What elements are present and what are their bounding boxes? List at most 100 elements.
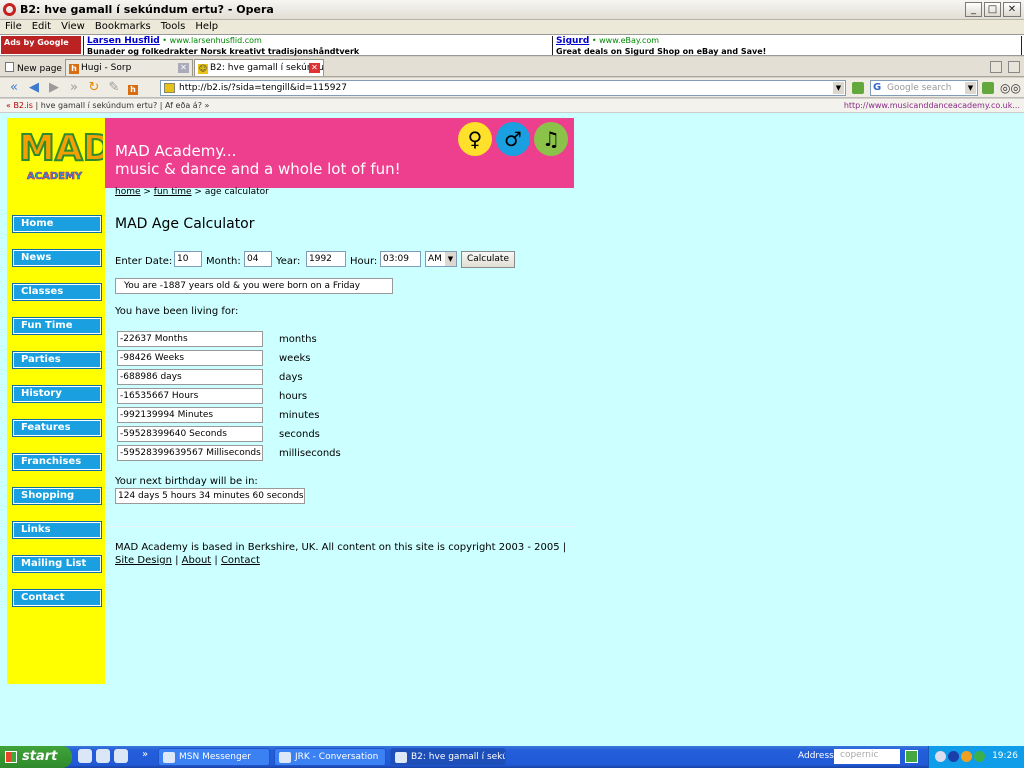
menu-tools[interactable]: Tools: [156, 20, 191, 34]
home-icon[interactable]: h: [126, 80, 142, 95]
year-input[interactable]: [306, 251, 346, 267]
tray-icon[interactable]: [961, 751, 972, 762]
nav-shopping[interactable]: Shopping: [12, 487, 102, 505]
taskbar-address-label: Address: [798, 751, 834, 761]
search-go-icon[interactable]: [982, 82, 994, 94]
footer-about-link[interactable]: About: [182, 555, 212, 566]
navigation-bar: « ◀ ▶ » ↻ ✎ h http://b2.is/?sida=tengill…: [0, 78, 1024, 98]
minimize-button[interactable]: _: [965, 2, 982, 17]
next-birthday-field[interactable]: 124 days 5 hours 34 minutes 60 seconds: [115, 488, 305, 504]
footer-contact-link[interactable]: Contact: [221, 555, 260, 566]
nav-home[interactable]: Home: [12, 215, 102, 233]
back-icon[interactable]: ◀: [26, 80, 42, 95]
nav-parties[interactable]: Parties: [12, 351, 102, 369]
menu-bookmarks[interactable]: Bookmarks: [90, 20, 156, 34]
address-bar[interactable]: http://b2.is/?sida=tengill&id=115927 ▼: [160, 80, 846, 96]
menu-edit[interactable]: Edit: [27, 20, 56, 34]
start-button[interactable]: start: [0, 746, 72, 768]
nav-contact[interactable]: Contact: [12, 589, 102, 607]
window-controls: _ □ ✕: [965, 2, 1021, 17]
ad-bar: Ads by Google Larsen Husflid • www.larse…: [0, 34, 1024, 56]
ad-title[interactable]: Sigurd: [556, 36, 589, 46]
nav-history[interactable]: History: [12, 385, 102, 403]
quick-launch-chevron-icon[interactable]: »: [142, 749, 148, 760]
tray-icon[interactable]: [935, 751, 946, 762]
nav-features[interactable]: Features: [12, 419, 102, 437]
rewind-icon[interactable]: «: [6, 80, 22, 95]
ad-larsen[interactable]: Larsen Husflid • www.larsenhusflid.com B…: [83, 36, 551, 56]
banner-tagline: music & dance and a whole lot of fun!: [115, 160, 401, 178]
tab-b2-active[interactable]: ☺ B2: hve gamall í sekúndu... ✕: [194, 59, 324, 76]
closed-tabs-icon[interactable]: [990, 61, 1002, 73]
stat-months-field[interactable]: -22637 Months: [117, 331, 263, 347]
opera-icon[interactable]: [114, 749, 128, 763]
task-jrk-conversation[interactable]: JRK - Conversation: [274, 748, 386, 766]
ad-sigurd[interactable]: Sigurd • www.eBay.com Great deals on Sig…: [552, 36, 1022, 56]
menu-file[interactable]: File: [0, 20, 27, 34]
forward-icon[interactable]: ▶: [46, 80, 62, 95]
taskbar-address-input[interactable]: copernic: [834, 749, 900, 764]
date-input[interactable]: [174, 251, 202, 267]
breadcrumb-home[interactable]: home: [115, 187, 141, 197]
tab-close-icon[interactable]: ✕: [178, 63, 189, 73]
result-field[interactable]: You are -1887 years old & you were born …: [115, 278, 393, 294]
strip-url[interactable]: http://www.musicanddanceacademy.co.uk...: [844, 101, 1020, 110]
edit-icon[interactable]: ✎: [106, 80, 122, 95]
tab-close-icon[interactable]: ✕: [309, 63, 320, 73]
living-for-label: You have been living for:: [115, 306, 239, 317]
tray-icon[interactable]: [974, 751, 985, 762]
media-icon[interactable]: [96, 749, 110, 763]
task-msn-messenger[interactable]: MSN Messenger: [158, 748, 270, 766]
month-input[interactable]: [244, 251, 272, 267]
trash-icon[interactable]: [1008, 61, 1020, 73]
chevron-down-icon[interactable]: ▼: [445, 252, 456, 266]
go-icon[interactable]: [852, 82, 864, 94]
nav-franchises[interactable]: Franchises: [12, 453, 102, 471]
ads-by-google-label[interactable]: Ads by Google: [1, 36, 81, 54]
nav-fun-time[interactable]: Fun Time: [12, 317, 102, 335]
maximize-button[interactable]: □: [984, 2, 1001, 17]
ie-icon[interactable]: [78, 749, 92, 763]
nav-classes[interactable]: Classes: [12, 283, 102, 301]
stat-days-field[interactable]: -688986 days: [117, 369, 263, 385]
stat-unit: seconds: [279, 429, 320, 440]
tray-icon[interactable]: [948, 751, 959, 762]
breadcrumb-strip[interactable]: « B2.is | hve gamall í sekúndum ertu? | …: [6, 101, 209, 110]
breadcrumb-current: age calculator: [204, 187, 269, 197]
nav-links[interactable]: Links: [12, 521, 102, 539]
search-dropdown-icon[interactable]: ▼: [965, 82, 976, 94]
stat-row: -22637 Months months: [115, 331, 375, 350]
hour-input[interactable]: [380, 251, 421, 267]
fast-forward-icon[interactable]: »: [66, 80, 82, 95]
stat-seconds-field[interactable]: -59528399640 Seconds: [117, 426, 263, 442]
address-dropdown-icon[interactable]: ▼: [833, 82, 844, 94]
tab-hugi[interactable]: h Hugi - Sorp ✕: [65, 59, 193, 76]
search-field[interactable]: G Google search ▼: [870, 80, 978, 96]
new-page-icon: [5, 62, 14, 72]
ad-title[interactable]: Larsen Husflid: [87, 36, 160, 46]
menu-view[interactable]: View: [56, 20, 90, 34]
stat-hours-field[interactable]: -16535667 Hours: [117, 388, 263, 404]
stat-milliseconds-field[interactable]: -59528399639567 Milliseconds: [117, 445, 263, 461]
ad-description: Bunader og folkedrakter Norsk kreativt t…: [87, 47, 360, 56]
task-label: B2: hve gamall í sekú...: [411, 752, 506, 762]
taskbar-go-icon[interactable]: [905, 750, 918, 763]
stat-minutes-field[interactable]: -992139994 Minutes: [117, 407, 263, 423]
ampm-value: AM: [428, 254, 442, 264]
nav-mailing-list[interactable]: Mailing List: [12, 555, 102, 573]
nav-news[interactable]: News: [12, 249, 102, 267]
menu-help[interactable]: Help: [190, 20, 223, 34]
ampm-select[interactable]: AM ▼: [425, 251, 457, 267]
close-button[interactable]: ✕: [1003, 2, 1021, 17]
new-page-tab[interactable]: New page: [2, 59, 62, 76]
reload-icon[interactable]: ↻: [86, 80, 102, 95]
footer-site-design-link[interactable]: Site Design: [115, 555, 172, 566]
stat-weeks-field[interactable]: -98426 Weeks: [117, 350, 263, 366]
task-opera-b2[interactable]: B2: hve gamall í sekú...: [390, 748, 506, 766]
mad-academy-logo[interactable]: MAD ACADEMY: [13, 122, 103, 184]
stat-row: -98426 Weeks weeks: [115, 350, 375, 369]
calculate-button[interactable]: Calculate: [461, 251, 515, 268]
opera-task-icon: [395, 752, 407, 763]
binoculars-icon[interactable]: ◎◎: [1000, 81, 1021, 95]
breadcrumb-fun-time[interactable]: fun time: [154, 187, 192, 197]
